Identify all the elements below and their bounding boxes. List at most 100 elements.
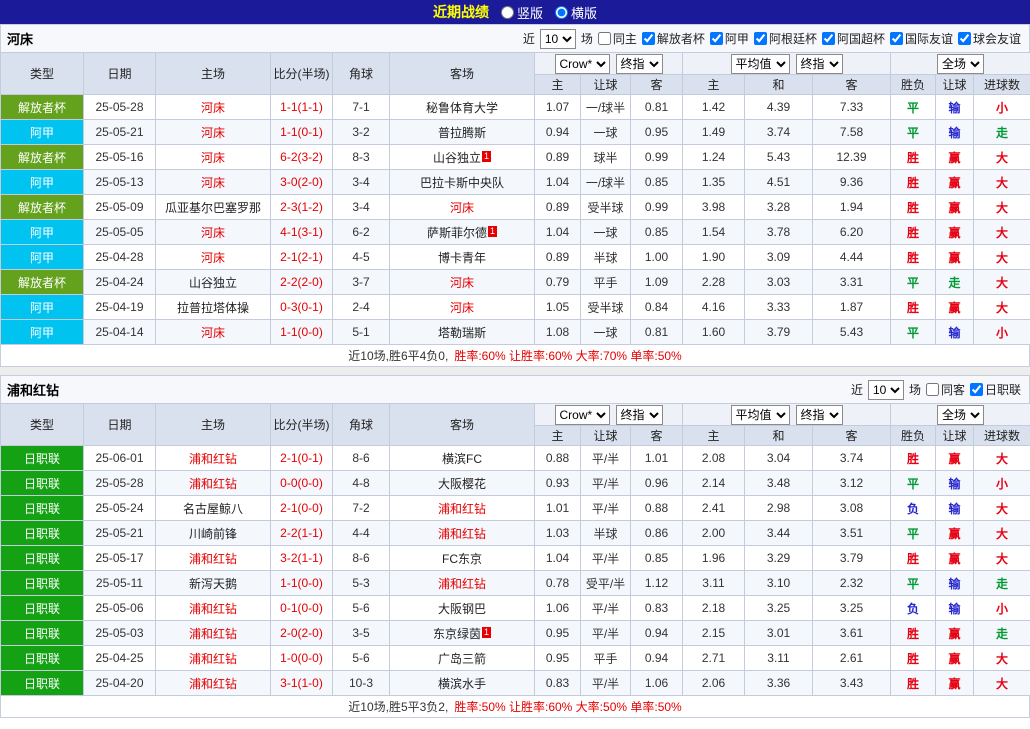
same-venue-checkbox[interactable] xyxy=(926,383,939,396)
home-team[interactable]: 浦和红钻 xyxy=(156,596,271,621)
asia-odds-stage-select[interactable]: 终指 xyxy=(616,405,663,425)
matches-table: 类型 日期 主场 比分(半场) 角球 客场 Crow* 终指 平均值 终指 xyxy=(0,52,1030,345)
home-team[interactable]: 河床 xyxy=(156,95,271,120)
games-label: 场 xyxy=(581,30,593,47)
away-team[interactable]: 萨斯菲尔德1 xyxy=(390,220,535,245)
same-venue-filter[interactable]: 同客 xyxy=(926,381,965,398)
league-filter[interactable]: 解放者杯 xyxy=(642,30,705,47)
home-team[interactable]: 浦和红钻 xyxy=(156,546,271,571)
asia-odds-company-select[interactable]: Crow* xyxy=(555,405,610,425)
asia-handicap: 一球 xyxy=(581,120,631,145)
league-filter-checkbox[interactable] xyxy=(958,32,971,45)
topbar: 近期战绩 竖版 横版 xyxy=(0,0,1030,24)
col-header-away: 客场 xyxy=(390,404,535,446)
asia-odds-stage-select[interactable]: 终指 xyxy=(616,54,663,74)
match-row: 阿甲25-05-21河床1-1(0-1)3-2普拉腾斯0.94一球0.951.4… xyxy=(1,120,1030,145)
away-team[interactable]: 浦和红钻 xyxy=(390,571,535,596)
result-goals: 小 xyxy=(974,471,1030,496)
euro-draw-odds: 5.43 xyxy=(745,145,813,170)
euro-odds-stage-select[interactable]: 终指 xyxy=(796,54,843,74)
scope-select[interactable]: 全场 xyxy=(937,405,984,425)
home-team[interactable]: 河床 xyxy=(156,220,271,245)
league-filter-checkbox[interactable] xyxy=(822,32,835,45)
match-row: 解放者杯25-05-16河床6-2(3-2)8-3山谷独立10.89球半0.99… xyxy=(1,145,1030,170)
home-team[interactable]: 浦和红钻 xyxy=(156,471,271,496)
euro-odds-company-select[interactable]: 平均值 xyxy=(731,405,790,425)
away-team[interactable]: 巴拉卡斯中央队 xyxy=(390,170,535,195)
asia-home-odds: 1.06 xyxy=(535,596,581,621)
home-team[interactable]: 新泻天鹅 xyxy=(156,571,271,596)
league-filter[interactable]: 国际友谊 xyxy=(890,30,953,47)
asia-odds-company-select[interactable]: Crow* xyxy=(555,54,610,74)
league-filter[interactable]: 阿甲 xyxy=(710,30,749,47)
home-team[interactable]: 河床 xyxy=(156,245,271,270)
home-team[interactable]: 河床 xyxy=(156,145,271,170)
corner-score: 8-6 xyxy=(333,446,390,471)
away-team[interactable]: 秘鲁体育大学 xyxy=(390,95,535,120)
league-filter-checkbox[interactable] xyxy=(970,383,983,396)
away-team[interactable]: 浦和红钻 xyxy=(390,521,535,546)
league-filter-checkbox[interactable] xyxy=(642,32,655,45)
same-venue-label: 同主 xyxy=(613,30,637,47)
home-team[interactable]: 河床 xyxy=(156,320,271,345)
same-venue-checkbox[interactable] xyxy=(598,32,611,45)
away-team[interactable]: 山谷独立1 xyxy=(390,145,535,170)
result-handicap: 赢 xyxy=(936,245,974,270)
home-team[interactable]: 山谷独立 xyxy=(156,270,271,295)
league-filter-checkbox[interactable] xyxy=(754,32,767,45)
away-team[interactable]: 横滨FC xyxy=(390,446,535,471)
away-team[interactable]: 大阪樱花 xyxy=(390,471,535,496)
euro-odds-company-select[interactable]: 平均值 xyxy=(731,54,790,74)
rounds-select[interactable]: 10 xyxy=(868,380,904,400)
league-filter-checkbox[interactable] xyxy=(710,32,723,45)
match-score: 1-0(0-0) xyxy=(271,646,333,671)
result-wdl: 平 xyxy=(891,270,936,295)
home-team[interactable]: 河床 xyxy=(156,170,271,195)
rounds-select[interactable]: 10 xyxy=(540,29,576,49)
euro-away-odds: 9.36 xyxy=(813,170,891,195)
away-team[interactable]: 河床 xyxy=(390,295,535,320)
home-team[interactable]: 浦和红钻 xyxy=(156,446,271,471)
home-team[interactable]: 瓜亚基尔巴塞罗那 xyxy=(156,195,271,220)
league-filter[interactable]: 阿根廷杯 xyxy=(754,30,817,47)
scope-select[interactable]: 全场 xyxy=(937,54,984,74)
away-team[interactable]: 普拉腾斯 xyxy=(390,120,535,145)
home-team[interactable]: 河床 xyxy=(156,120,271,145)
corner-score: 4-5 xyxy=(333,245,390,270)
away-team[interactable]: 广岛三箭 xyxy=(390,646,535,671)
league-filter-checkbox[interactable] xyxy=(890,32,903,45)
home-team[interactable]: 拉普拉塔体操 xyxy=(156,295,271,320)
home-team[interactable]: 浦和红钻 xyxy=(156,646,271,671)
home-team[interactable]: 名古屋鲸八 xyxy=(156,496,271,521)
home-team[interactable]: 浦和红钻 xyxy=(156,621,271,646)
horizontal-layout-radio[interactable] xyxy=(555,6,568,19)
league-filter[interactable]: 日职联 xyxy=(970,381,1021,398)
home-team[interactable]: 浦和红钻 xyxy=(156,671,271,696)
euro-draw-odds: 3.29 xyxy=(745,546,813,571)
result-wdl: 胜 xyxy=(891,546,936,571)
euro-draw-odds: 2.98 xyxy=(745,496,813,521)
subhead-result-handicap: 让球 xyxy=(936,426,974,446)
corner-score: 2-4 xyxy=(333,295,390,320)
home-team[interactable]: 川崎前锋 xyxy=(156,521,271,546)
away-team[interactable]: 东京绿茵1 xyxy=(390,621,535,646)
away-team[interactable]: 大阪钢巴 xyxy=(390,596,535,621)
vertical-layout-radio[interactable] xyxy=(501,6,514,19)
league-filter[interactable]: 阿国超杯 xyxy=(822,30,885,47)
away-team[interactable]: 博卡青年 xyxy=(390,245,535,270)
league-filter[interactable]: 球会友谊 xyxy=(958,30,1021,47)
corner-score: 8-3 xyxy=(333,145,390,170)
euro-odds-stage-select[interactable]: 终指 xyxy=(796,405,843,425)
away-team[interactable]: 河床 xyxy=(390,195,535,220)
match-score: 2-2(2-0) xyxy=(271,270,333,295)
layout-option-horizontal[interactable]: 横版 xyxy=(555,3,597,22)
away-team[interactable]: 塔勒瑞斯 xyxy=(390,320,535,345)
away-team[interactable]: 河床 xyxy=(390,270,535,295)
away-team[interactable]: 浦和红钻 xyxy=(390,496,535,521)
same-venue-filter[interactable]: 同主 xyxy=(598,30,637,47)
layout-option-vertical[interactable]: 竖版 xyxy=(501,3,543,22)
away-team[interactable]: FC东京 xyxy=(390,546,535,571)
euro-home-odds: 1.49 xyxy=(683,120,745,145)
match-date: 25-05-28 xyxy=(84,95,156,120)
away-team[interactable]: 横滨水手 xyxy=(390,671,535,696)
